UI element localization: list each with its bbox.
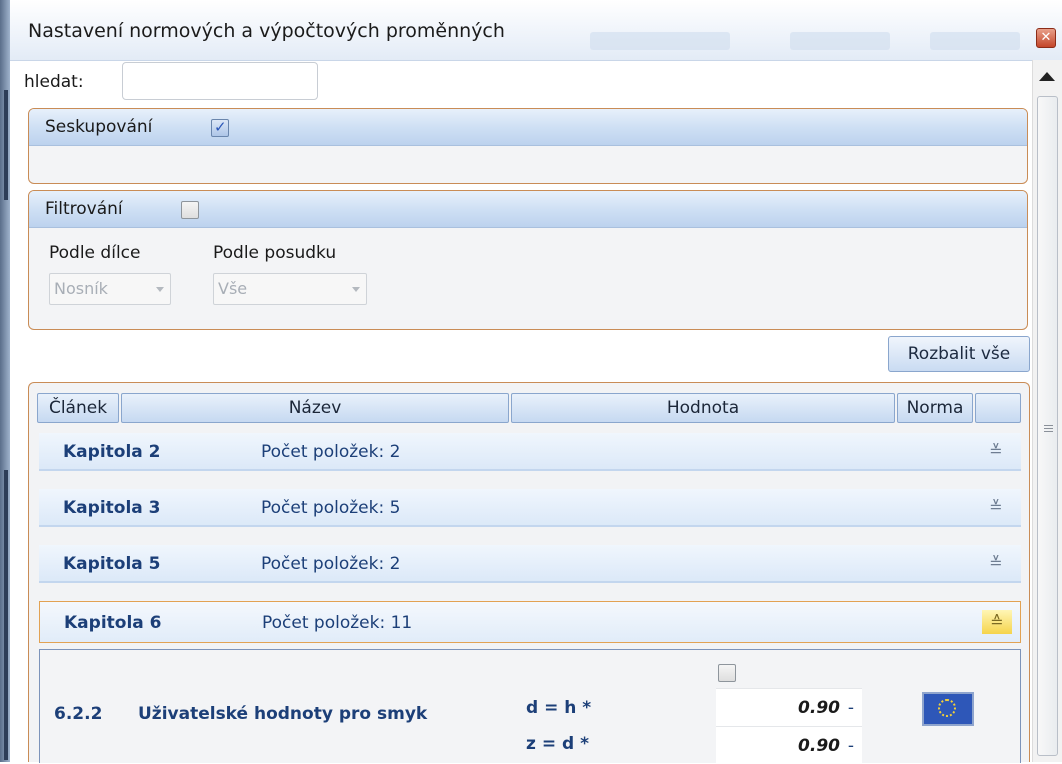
section-number: 6.2.2: [54, 704, 103, 724]
filtering-checkbox[interactable]: [181, 201, 199, 219]
eu-flag-icon[interactable]: [922, 692, 974, 726]
background-tab: [790, 32, 890, 50]
expand-all-button[interactable]: Rozbalit vše: [888, 336, 1030, 372]
scrollbar-thumb[interactable]: [1037, 96, 1058, 756]
column-header-name[interactable]: Název: [121, 393, 509, 423]
variable-label: z = d *: [526, 734, 589, 754]
value-text: 0.90: [798, 736, 840, 756]
select-value: Nosník: [54, 279, 108, 298]
chevron-down-icon: [156, 287, 164, 292]
select-value: Vše: [218, 279, 248, 298]
window-title: Nastavení normových a výpočtových proměn…: [28, 20, 505, 42]
search-input[interactable]: [122, 62, 318, 100]
grouping-panel: Seskupování: [28, 108, 1028, 184]
column-header-value[interactable]: Hodnota: [511, 393, 895, 423]
grouping-header[interactable]: Seskupování: [29, 109, 1027, 146]
variables-grid: Článek Název Hodnota Norma Kapitola 2 Po…: [28, 382, 1030, 764]
collapse-chevron-icon[interactable]: ≙: [982, 610, 1012, 634]
chapter-name: Kapitola 6: [64, 613, 162, 633]
scroll-up-icon[interactable]: [1039, 72, 1055, 81]
expand-chevron-icon[interactable]: ≚: [985, 551, 1007, 575]
value-input[interactable]: 0.90 -: [716, 688, 862, 726]
window-left-edge: [0, 0, 10, 762]
grip-icon: [1044, 425, 1053, 434]
window-titlebar: Nastavení normových a výpočtových proměn…: [10, 0, 1062, 61]
chapter-row[interactable]: Kapitola 2 Počet položek: 2 ≚: [39, 433, 1021, 471]
close-icon[interactable]: ✕: [1036, 28, 1056, 48]
chevron-down-icon: [352, 287, 360, 292]
filtering-header[interactable]: Filtrování: [29, 191, 1027, 228]
chapter-name: Kapitola 5: [63, 554, 161, 574]
chapter-detail-panel: 6.2.2 Uživatelské hodnoty pro smyk d = h…: [39, 649, 1021, 764]
chapter-count: Počet položek: 5: [261, 498, 401, 518]
edge-marker: [4, 90, 8, 200]
chapter-name: Kapitola 3: [63, 498, 161, 518]
filter-by-member-select[interactable]: Nosník: [49, 273, 171, 305]
search-label: hledat:: [24, 72, 84, 92]
filter-by-check-select[interactable]: Vše: [213, 273, 367, 305]
vertical-scrollbar[interactable]: [1032, 60, 1062, 762]
chapter-row[interactable]: Kapitola 5 Počet položek: 2 ≚: [39, 545, 1021, 583]
expand-chevron-icon[interactable]: ≚: [985, 439, 1007, 463]
grouping-label: Seskupování: [45, 117, 153, 137]
background-tab: [930, 32, 1020, 50]
expand-chevron-icon[interactable]: ≚: [985, 495, 1007, 519]
value-input[interactable]: 0.90 -: [716, 726, 862, 764]
variable-label: d = h *: [526, 698, 592, 718]
filtering-label: Filtrování: [45, 199, 123, 219]
filtering-panel: Filtrování Podle dílce Nosník Podle posu…: [28, 190, 1028, 330]
column-header-article[interactable]: Článek: [37, 393, 119, 423]
column-header-norm[interactable]: Norma: [897, 393, 973, 423]
chapter-count: Počet položek: 2: [261, 442, 401, 462]
filter-by-member-label: Podle dílce: [49, 243, 141, 263]
chapter-row[interactable]: Kapitola 3 Počet položek: 5 ≚: [39, 489, 1021, 527]
background-tab: [590, 32, 730, 50]
grouping-checkbox[interactable]: [211, 118, 229, 137]
chapter-count: Počet položek: 11: [262, 613, 413, 633]
value-unit: -: [847, 698, 854, 718]
chapter-row[interactable]: Kapitola 6 Počet položek: 11 ≙: [39, 601, 1021, 643]
section-title: Uživatelské hodnoty pro smyk: [138, 704, 428, 724]
edge-marker: [4, 470, 8, 760]
chapter-count: Počet položek: 2: [261, 554, 401, 574]
user-values-checkbox[interactable]: [718, 664, 736, 682]
chapter-name: Kapitola 2: [63, 442, 161, 462]
filter-by-check-label: Podle posudku: [213, 243, 337, 263]
value-unit: -: [847, 736, 854, 756]
value-text: 0.90: [798, 698, 840, 718]
column-header-extra: [975, 393, 1021, 423]
